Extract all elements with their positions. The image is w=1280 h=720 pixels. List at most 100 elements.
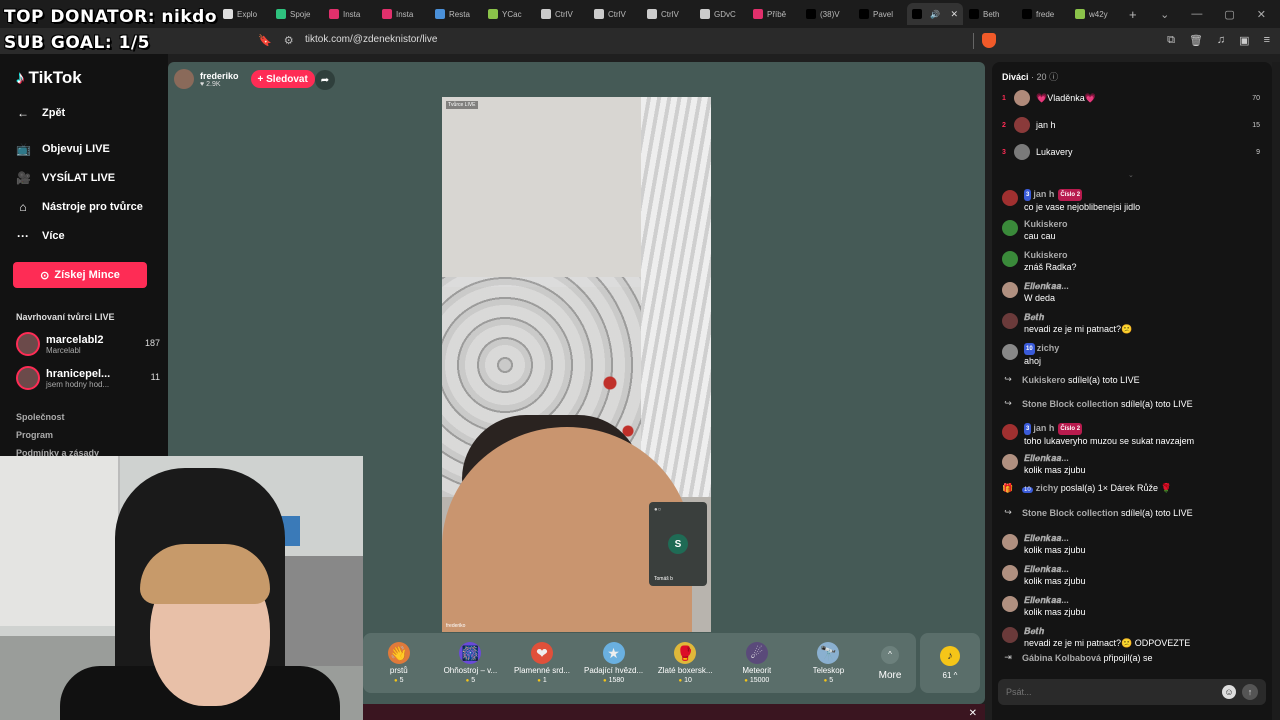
chat-message[interactable]: Kukiskero cau cau — [1002, 218, 1264, 242]
chat-avatar[interactable] — [1002, 424, 1018, 440]
browser-tab[interactable]: CtrlV — [589, 3, 641, 25]
guest-tile[interactable]: ●○ S Tomáš b — [649, 502, 707, 586]
chat-username-line[interactable]: 𝑬𝒍𝒍𝒆𝒏𝒌𝒂𝒂... — [1024, 532, 1086, 544]
coin-balance-button[interactable]: ♪ 61 ^ — [920, 633, 980, 693]
chat-username[interactable]: zichy — [1036, 483, 1059, 493]
browser-tab[interactable]: CtrlV — [642, 3, 694, 25]
chat-avatar[interactable] — [1002, 220, 1018, 236]
nav-item[interactable]: ⌂ Nástroje pro tvůrce — [16, 192, 168, 221]
chat-input[interactable] — [1006, 687, 1222, 697]
gift-item[interactable]: 🎆 Ohňostroj – v... 5 — [435, 633, 507, 693]
top-viewer-row[interactable]: 2 jan h 15 — [1002, 115, 1260, 135]
chat-message[interactable]: 10 zichy ahoj — [1002, 342, 1264, 367]
gift-item[interactable]: ★ Padající hvězd... 1580 — [578, 633, 650, 693]
chat-avatar[interactable] — [1002, 454, 1018, 470]
speaker-icon[interactable]: 🔊 — [930, 10, 940, 19]
page-scrollbar[interactable] — [1272, 62, 1280, 720]
chat-username-line[interactable]: 3 jan h Číslo 2 — [1024, 188, 1140, 201]
browser-tab[interactable]: YCac — [483, 3, 535, 25]
browser-tab[interactable]: 🔊 ✕ — [907, 3, 963, 25]
chat-message[interactable]: 3 jan h Číslo 2 co je vase nejoblibenejsi j… — [1002, 188, 1264, 213]
chat-username-line[interactable]: Kukiskero — [1024, 249, 1077, 261]
top-viewer-row[interactable]: 3 Lukavery 9 — [1002, 142, 1260, 162]
chat-username[interactable]: Stone Block collection — [1022, 508, 1119, 518]
chat-username-line[interactable]: Kukiskero — [1024, 218, 1068, 230]
send-button[interactable]: ↑ — [1242, 684, 1258, 700]
music-icon[interactable]: ♫ — [1217, 34, 1225, 47]
chat-message[interactable]: 𝑩𝒆𝒕𝒉 nevadi ze je mi patnact?😕 — [1002, 311, 1264, 335]
emoji-icon[interactable]: ☺ — [1222, 685, 1236, 699]
chat-message[interactable]: 𝑬𝒍𝒍𝒆𝒏𝒌𝒂𝒂... kolik mas zjubu — [1002, 594, 1264, 618]
footer-link[interactable]: Program — [16, 426, 168, 444]
get-coins-button[interactable]: ⊙ Získej Mince — [13, 262, 147, 288]
chat-message[interactable]: 𝑬𝒍𝒍𝒆𝒏𝒌𝒂𝒂... kolik mas zjubu — [1002, 563, 1264, 587]
browser-tab[interactable]: Insta — [324, 3, 376, 25]
gift-item[interactable]: ☄ Meteorit 15000 — [721, 633, 793, 693]
more-gifts-button[interactable]: ^ More — [864, 633, 916, 693]
nav-item[interactable]: ← Zpět — [16, 98, 168, 127]
chat-message[interactable]: 𝑬𝒍𝒍𝒆𝒏𝒌𝒂𝒂... kolik mas zjubu — [1002, 452, 1264, 476]
brave-shield-icon[interactable] — [982, 33, 996, 48]
chat-username[interactable]: Gábina Kolbabová — [1022, 653, 1101, 663]
suggested-creator[interactable]: hranicepel... jsem hodny hod... 11 — [16, 366, 160, 390]
chat-avatar[interactable] — [1002, 344, 1018, 360]
info-icon[interactable]: ⓘ — [1049, 72, 1058, 82]
chat-username-line[interactable]: 𝑬𝒍𝒍𝒆𝒏𝒌𝒂𝒂... — [1024, 280, 1069, 292]
extensions-icon[interactable]: ⧉ — [1167, 34, 1175, 47]
browser-tab[interactable]: frede — [1017, 3, 1069, 25]
gift-item[interactable]: 🥊 Zlaté boxersk... 10 — [649, 633, 721, 693]
chat-username[interactable]: Stone Block collection — [1022, 399, 1119, 409]
tab-list-chevron-icon[interactable]: ⌄ — [1160, 8, 1169, 21]
browser-tab[interactable]: GDvC — [695, 3, 747, 25]
chat-avatar[interactable] — [1002, 251, 1018, 267]
menu-icon[interactable]: ≡ — [1264, 34, 1270, 47]
close-tab-icon[interactable]: ✕ — [950, 9, 958, 20]
bookmark-icon[interactable]: 🔖 — [258, 34, 272, 47]
browser-tab[interactable]: Příbě — [748, 3, 800, 25]
browser-tab[interactable]: Pavel — [854, 3, 906, 25]
chat-username-line[interactable]: 𝑩𝒆𝒕𝒉 — [1024, 311, 1132, 323]
sidebar-toggle-icon[interactable]: ▣ — [1239, 34, 1249, 47]
browser-tab[interactable]: Spoje — [271, 3, 323, 25]
maximize-button[interactable]: ▢ — [1224, 8, 1234, 21]
url-field[interactable]: tiktok.com/@zdeneknistor/live — [305, 34, 437, 45]
chat-avatar[interactable] — [1002, 282, 1018, 298]
chat-avatar[interactable] — [1002, 596, 1018, 612]
browser-tab[interactable]: CtrlV — [536, 3, 588, 25]
chat-username-line[interactable]: 𝑬𝒍𝒍𝒆𝒏𝒌𝒂𝒂... — [1024, 594, 1086, 606]
follow-button[interactable]: + Sledovat — [250, 70, 315, 88]
browser-tab[interactable]: w42y — [1070, 3, 1122, 25]
browser-tab[interactable]: Beth — [964, 3, 1016, 25]
chat-message[interactable]: Kukiskero znáš Radka? — [1002, 249, 1264, 273]
site-info-icon[interactable]: ⚙ — [284, 34, 294, 47]
trash-icon[interactable]: 🗑 — [1189, 34, 1203, 47]
chat-avatar[interactable] — [1002, 313, 1018, 329]
browser-tab[interactable]: Resta — [430, 3, 482, 25]
chat-username-line[interactable]: 3 jan h Číslo 2 — [1024, 422, 1194, 435]
chat-avatar[interactable] — [1002, 627, 1018, 643]
browser-tab[interactable]: Insta — [377, 3, 429, 25]
share-button[interactable]: ➦ — [315, 70, 335, 90]
chat-avatar[interactable] — [1002, 190, 1018, 206]
minimize-button[interactable]: — — [1191, 8, 1202, 20]
browser-tab[interactable]: (38)V — [801, 3, 853, 25]
chat-username[interactable]: Kukiskero — [1022, 375, 1066, 385]
new-tab-button[interactable]: + — [1129, 7, 1137, 22]
chat-message[interactable]: 3 jan h Číslo 2 toho lukaveryho muzou se su… — [1002, 422, 1264, 447]
footer-link[interactable]: Společnost — [16, 408, 168, 426]
close-banner-icon[interactable]: ✕ — [969, 708, 977, 719]
browser-tab[interactable]: Explo — [218, 3, 270, 25]
suggested-creator[interactable]: marcelabl2 Marcelabl 187 — [16, 332, 160, 356]
chat-username-line[interactable]: 𝑬𝒍𝒍𝒆𝒏𝒌𝒂𝒂... — [1024, 563, 1086, 575]
nav-item[interactable]: 📺 Objevuj LIVE — [16, 134, 168, 163]
chat-message[interactable]: 𝑩𝒆𝒕𝒉 nevadi ze je mi patnact?😕 ODPOVEZTE — [1002, 625, 1264, 649]
chat-username-line[interactable]: 10 zichy — [1024, 342, 1059, 355]
chat-avatar[interactable] — [1002, 565, 1018, 581]
gift-item[interactable]: 👋 prstů 5 — [363, 633, 435, 693]
chat-message[interactable]: 𝑬𝒍𝒍𝒆𝒏𝒌𝒂𝒂... kolik mas zjubu — [1002, 532, 1264, 556]
tiktok-logo[interactable]: ♪ TikTok — [16, 68, 168, 88]
host-avatar[interactable] — [174, 69, 194, 89]
chat-input-box[interactable]: ☺ ↑ — [998, 679, 1266, 705]
close-window-button[interactable]: ✕ — [1257, 8, 1266, 21]
chat-avatar[interactable] — [1002, 534, 1018, 550]
